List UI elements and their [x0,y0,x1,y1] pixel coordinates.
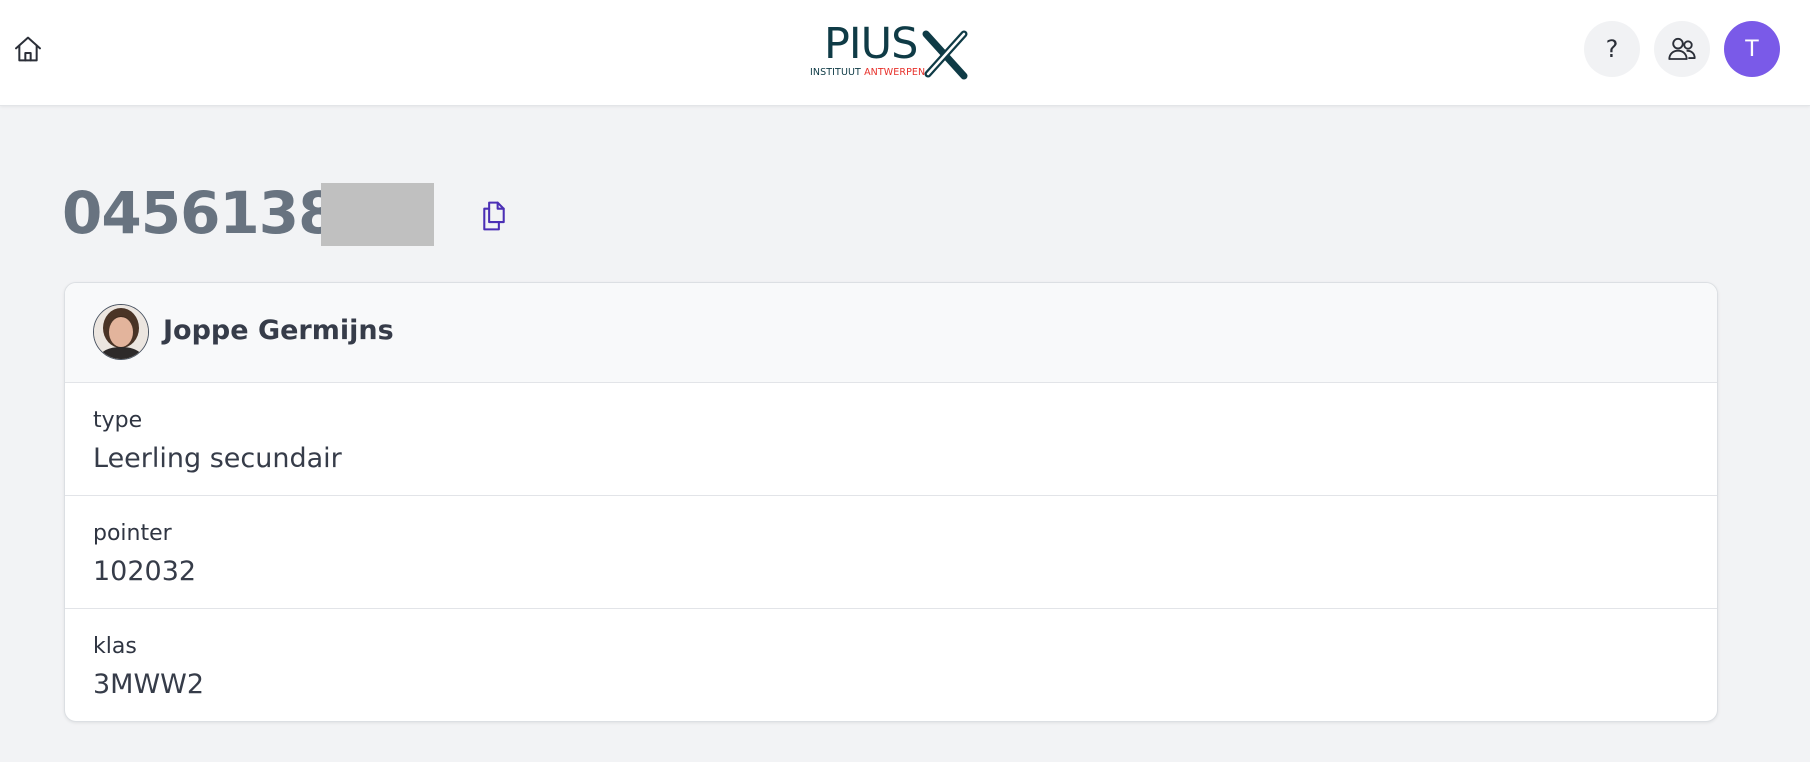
field-label: type [93,408,143,433]
person-card-header: Joppe Germijns [65,283,1717,383]
copy-id-button[interactable] [476,196,512,236]
field-label: pointer [93,521,172,546]
user-avatar-button[interactable]: T [1724,21,1780,77]
copy-icon [483,201,505,231]
logo-text: PIUS [824,19,918,69]
help-button[interactable]: ? [1584,21,1640,77]
avatar-initial: T [1744,35,1760,62]
person-name: Joppe Germijns [163,315,394,346]
field-value: Leerling secundair [93,443,342,474]
top-navigation-bar: PIUS INSTITUUT ANTWERPEN ? T [0,0,1810,106]
logo-subtitle: INSTITUUT ANTWERPEN [810,67,926,78]
home-button[interactable] [10,31,46,67]
field-type: type Leerling secundair [65,383,1717,496]
person-avatar [93,304,149,360]
record-id-heading: 0456138 [62,179,338,247]
person-card: Joppe Germijns type Leerling secundair p… [64,282,1718,722]
field-value: 3MWW2 [93,669,205,700]
field-label: klas [93,634,137,659]
field-value: 102032 [93,556,197,587]
person-photo [94,305,148,359]
field-pointer: pointer 102032 [65,496,1717,609]
logo-cross-icon [922,30,968,80]
field-klas: klas 3MWW2 [65,609,1717,721]
redacted-id-block [321,183,434,246]
users-icon [1668,37,1696,60]
home-icon [15,36,41,62]
help-label: ? [1605,35,1619,63]
switch-user-button[interactable] [1654,21,1710,77]
pius-x-logo[interactable]: PIUS INSTITUUT ANTWERPEN [808,20,972,82]
